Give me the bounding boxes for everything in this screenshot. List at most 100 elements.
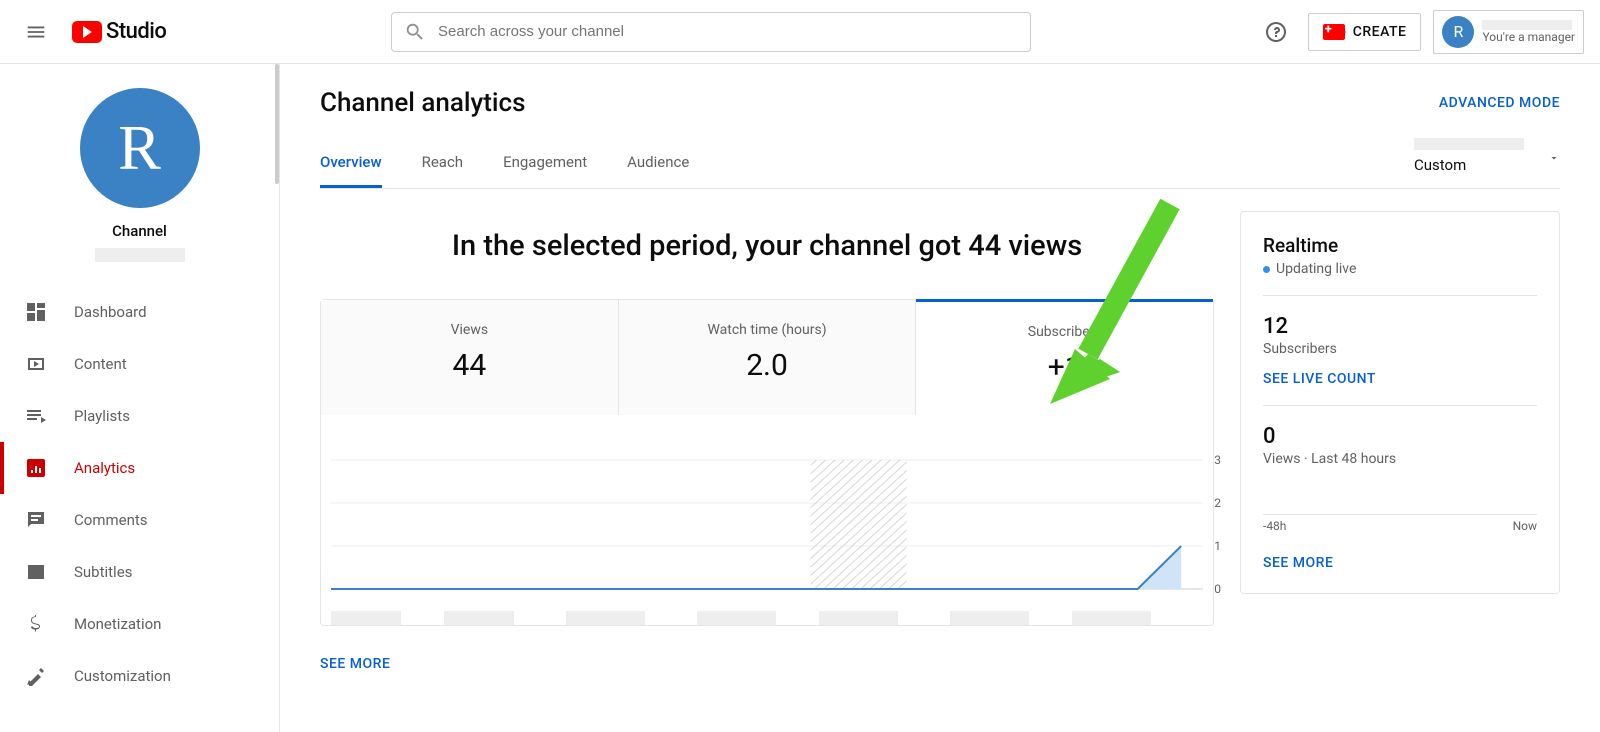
- dropdown-arrow-icon: [1548, 152, 1560, 164]
- live-dot-icon: [1263, 266, 1270, 273]
- sidebar-item-analytics[interactable]: Analytics: [0, 442, 279, 494]
- tabs-row: Overview Reach Engagement Audience Custo…: [320, 138, 1560, 189]
- metrics-box: Views 44 Watch time (hours) 2.0 Subscrib…: [320, 299, 1214, 626]
- axis-left: -48h: [1263, 519, 1286, 533]
- subscribers-chart: [331, 455, 1203, 595]
- sidebar-item-monetization[interactable]: Monetization: [0, 598, 279, 650]
- realtime-views-label: Views · Last 48 hours: [1263, 451, 1537, 467]
- sidebar-item-playlists[interactable]: Playlists: [0, 390, 279, 442]
- x-axis-redacted: [566, 611, 644, 625]
- x-axis-redacted: [331, 611, 401, 625]
- search-input[interactable]: [438, 23, 1018, 40]
- date-range-label: Custom: [1414, 156, 1466, 174]
- metric-label: Watch time (hours): [619, 322, 916, 338]
- analytics-icon: [24, 456, 48, 480]
- date-range-redacted: [1414, 138, 1524, 150]
- overview-card: In the selected period, your channel got…: [320, 211, 1214, 672]
- customization-icon: [24, 664, 48, 688]
- tabs: Overview Reach Engagement Audience: [320, 153, 689, 188]
- sidebar: R Channel Dashboard Content Playlists An…: [0, 64, 280, 732]
- realtime-updating: Updating live: [1263, 261, 1537, 277]
- sidebar-item-label: Customization: [74, 667, 171, 685]
- tab-reach[interactable]: Reach: [422, 153, 463, 188]
- metric-views[interactable]: Views 44: [321, 300, 619, 415]
- axis-right: Now: [1513, 519, 1537, 533]
- channel-name-redacted: [95, 248, 185, 262]
- metric-label: Subscribers: [916, 324, 1213, 340]
- create-label: CREATE: [1353, 24, 1407, 40]
- x-axis-redacted: [819, 611, 897, 625]
- divider: [1263, 405, 1537, 406]
- page-title-row: Channel analytics ADVANCED MODE: [320, 88, 1560, 118]
- divider: [1263, 295, 1537, 296]
- youtube-play-icon: [72, 21, 102, 43]
- subtitles-icon: [24, 560, 48, 584]
- metric-label: Views: [321, 322, 618, 338]
- channel-title-label: Channel: [112, 222, 167, 240]
- search-box[interactable]: [391, 12, 1031, 52]
- realtime-card: Realtime Updating live 12 Subscribers SE…: [1240, 211, 1560, 594]
- sidebar-item-label: Comments: [74, 511, 148, 529]
- metric-subscribers[interactable]: Subscribers +1: [916, 299, 1213, 415]
- account-role: You're a manager: [1482, 30, 1575, 44]
- header-actions: CREATE R You're a manager: [1256, 10, 1584, 54]
- account-switcher[interactable]: R You're a manager: [1433, 10, 1584, 54]
- metrics-row: Views 44 Watch time (hours) 2.0 Subscrib…: [321, 300, 1213, 415]
- playlists-icon: [24, 404, 48, 428]
- account-name-redacted: [1482, 20, 1572, 30]
- page-title: Channel analytics: [320, 88, 526, 118]
- search-icon: [404, 21, 426, 43]
- metric-watch-time[interactable]: Watch time (hours) 2.0: [619, 300, 917, 415]
- create-button[interactable]: CREATE: [1308, 13, 1422, 51]
- chart-y-tick: 3: [1214, 453, 1221, 467]
- dashboard-icon: [24, 300, 48, 324]
- x-axis-redacted: [444, 611, 514, 625]
- realtime-subscribers-label: Subscribers: [1263, 341, 1537, 357]
- x-axis-redacted: [697, 611, 775, 625]
- comments-icon: [24, 508, 48, 532]
- tab-audience[interactable]: Audience: [627, 153, 689, 188]
- app-header: Studio CREATE R You're a manager: [0, 0, 1600, 64]
- sidebar-item-comments[interactable]: Comments: [0, 494, 279, 546]
- realtime-see-more-link[interactable]: SEE MORE: [1263, 555, 1537, 571]
- hamburger-icon: [25, 21, 47, 43]
- sidebar-item-label: Analytics: [74, 459, 135, 477]
- headline-text: In the selected period, your channel got…: [320, 211, 1214, 299]
- avatar-small: R: [1442, 16, 1474, 48]
- sidebar-item-content[interactable]: Content: [0, 338, 279, 390]
- sidebar-nav: Dashboard Content Playlists Analytics Co…: [0, 278, 279, 702]
- main-content: Channel analytics ADVANCED MODE Overview…: [280, 64, 1600, 732]
- updating-label: Updating live: [1276, 261, 1356, 277]
- see-more-link[interactable]: SEE MORE: [320, 656, 1214, 672]
- sidebar-item-dashboard[interactable]: Dashboard: [0, 286, 279, 338]
- monetization-icon: [24, 612, 48, 636]
- content-row: In the selected period, your channel got…: [320, 211, 1560, 672]
- sidebar-item-label: Monetization: [74, 615, 161, 633]
- sidebar-item-customization[interactable]: Customization: [0, 650, 279, 702]
- x-axis-redacted: [1072, 611, 1150, 625]
- studio-logo[interactable]: Studio: [72, 19, 166, 44]
- metric-value: 44: [321, 348, 618, 383]
- sidebar-item-subtitles[interactable]: Subtitles: [0, 546, 279, 598]
- realtime-axis: -48h Now: [1263, 519, 1537, 533]
- channel-header: R Channel: [0, 64, 279, 278]
- chart-y-tick: 1: [1214, 539, 1221, 553]
- advanced-mode-link[interactable]: ADVANCED MODE: [1439, 95, 1560, 111]
- tab-engagement[interactable]: Engagement: [503, 153, 587, 188]
- metric-value: 2.0: [619, 348, 916, 383]
- chart-area: 3 2 1 0: [331, 455, 1203, 625]
- create-video-icon: [1323, 24, 1345, 40]
- sidebar-item-label: Subtitles: [74, 563, 132, 581]
- date-range-selector[interactable]: Custom: [1414, 138, 1560, 188]
- help-button[interactable]: [1256, 12, 1296, 52]
- search-wrapper: [166, 12, 1255, 52]
- metric-value: +1: [916, 350, 1213, 385]
- channel-avatar[interactable]: R: [80, 88, 200, 208]
- realtime-views-value: 0: [1263, 424, 1537, 449]
- help-icon: [1264, 20, 1288, 44]
- menu-button[interactable]: [16, 12, 56, 52]
- sidebar-item-label: Dashboard: [74, 303, 147, 321]
- tab-overview[interactable]: Overview: [320, 153, 382, 188]
- see-live-count-link[interactable]: SEE LIVE COUNT: [1263, 371, 1537, 387]
- realtime-title: Realtime: [1263, 234, 1537, 257]
